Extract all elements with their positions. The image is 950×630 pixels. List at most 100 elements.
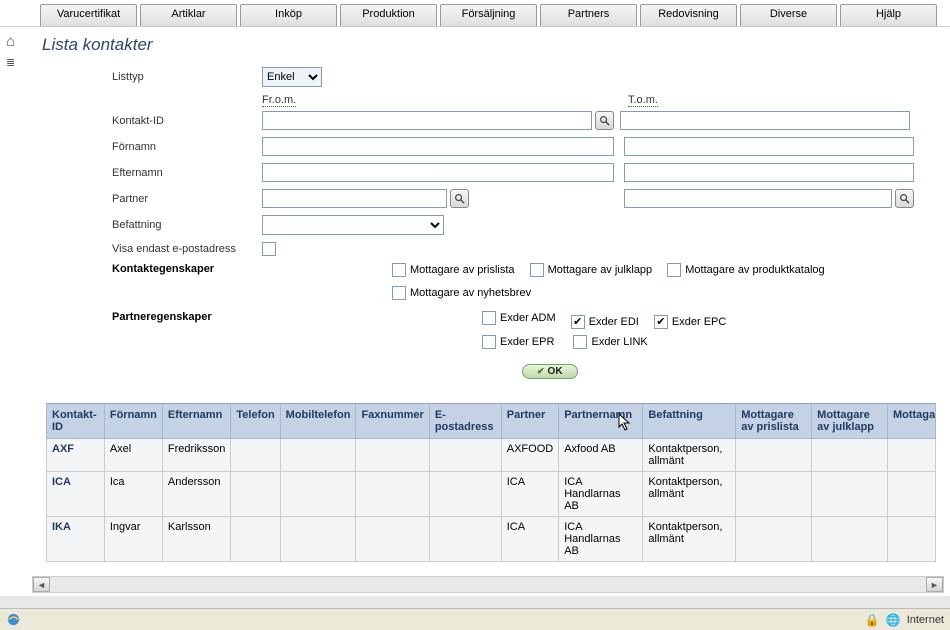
cell-empty (736, 516, 812, 561)
tab-partners[interactable]: Partners (540, 4, 637, 26)
col-faxnummer[interactable]: Faxnummer (356, 403, 429, 438)
col-mobiltelefon[interactable]: Mobiltelefon (280, 403, 356, 438)
col-fornamn[interactable]: Förnamn (104, 403, 162, 438)
tab-redovisning[interactable]: Redovisning (640, 4, 737, 26)
tab-forsaljning[interactable]: Försäljning (440, 4, 537, 26)
cb-exder-edi[interactable]: ✔ (571, 315, 585, 329)
kontakt-id-to[interactable] (620, 111, 910, 130)
filter-form: Listtyp Enkel Fr.o.m. T.o.m. Kontakt-ID … (32, 67, 950, 379)
cell-empty (887, 516, 935, 561)
side-icons: ⌂ ≣ (6, 33, 15, 69)
cell-epost (429, 471, 501, 516)
cell-fax (356, 471, 429, 516)
ok-button[interactable]: OK (522, 364, 578, 379)
col-telefon[interactable]: Telefon (231, 403, 280, 438)
fornamn-to[interactable] (624, 137, 914, 156)
label-fornamn: Förnamn (112, 141, 262, 153)
col-partnernamn[interactable]: Partnernamn (559, 403, 643, 438)
cb-exder-adm[interactable] (482, 311, 496, 325)
ie-icon (6, 612, 21, 627)
search-icon (899, 193, 910, 204)
cell-empty (887, 471, 935, 516)
table-row: IKAIngvarKarlssonICAICA Handlarnas ABKon… (47, 516, 936, 561)
results-table: Kontakt-ID Förnamn Efternamn Telefon Mob… (46, 403, 936, 562)
cb-produktkatalog[interactable] (667, 263, 681, 277)
cell-mobil (280, 438, 356, 471)
tab-inkop[interactable]: Inköp (240, 4, 337, 26)
partner-from[interactable] (262, 189, 447, 208)
lookup-kontakt-id[interactable] (595, 111, 614, 130)
col-mottagare-produkt[interactable]: Mottagare produkt (887, 403, 935, 438)
cell-partner: AXFOOD (501, 438, 558, 471)
cell-id[interactable]: AXF (47, 438, 105, 471)
cell-efternamn: Andersson (162, 471, 230, 516)
search-icon (599, 115, 610, 126)
col-mottagare-prislista[interactable]: Mottagare av prislista (736, 403, 812, 438)
cell-empty (736, 471, 812, 516)
partner-to[interactable] (624, 189, 892, 208)
cb-julklapp[interactable] (530, 263, 544, 277)
cb-exder-edi-label: Exder EDI (589, 316, 639, 328)
cb-prislista[interactable] (392, 263, 406, 277)
cell-fax (356, 516, 429, 561)
tab-hjalp[interactable]: Hjälp (840, 4, 937, 26)
cb-prislista-label: Mottagare av prislista (410, 264, 515, 276)
label-efternamn: Efternamn (112, 167, 262, 179)
tab-varucertifikat[interactable]: Varucertifikat (40, 4, 137, 26)
listtyp-select[interactable]: Enkel (262, 67, 322, 87)
col-epost[interactable]: E-postadress (429, 403, 501, 438)
cb-exder-epc[interactable]: ✔ (654, 315, 668, 329)
lookup-partner-to[interactable] (895, 189, 914, 208)
col-kontakt-id[interactable]: Kontakt-ID (47, 403, 105, 438)
list-icon[interactable]: ≣ (6, 56, 15, 69)
tab-diverse[interactable]: Diverse (740, 4, 837, 26)
cell-id[interactable]: ICA (47, 471, 105, 516)
cell-empty (887, 438, 935, 471)
label-befattning: Befattning (112, 219, 262, 231)
table-row: ICAIcaAnderssonICAICA Handlarnas ABKonta… (47, 471, 936, 516)
scroll-left-button[interactable]: ◄ (33, 577, 50, 592)
label-kontaktegenskaper: Kontaktegenskaper (112, 263, 262, 275)
home-icon[interactable]: ⌂ (6, 33, 15, 50)
efternamn-from[interactable] (262, 163, 614, 182)
col-efternamn[interactable]: Efternamn (162, 403, 230, 438)
cb-produktkatalog-label: Mottagare av produktkatalog (685, 264, 824, 276)
befattning-select[interactable] (262, 215, 444, 235)
cell-epost (429, 516, 501, 561)
tom-label: T.o.m. (628, 94, 658, 107)
cb-exder-epc-label: Exder EPC (672, 316, 726, 328)
kontakt-id-from[interactable] (262, 111, 592, 130)
scroll-right-button[interactable]: ► (926, 577, 943, 592)
label-kontakt-id: Kontakt-ID (112, 115, 262, 127)
col-mottagare-julklapp[interactable]: Mottagare av julklapp (812, 403, 888, 438)
horizontal-scrollbar[interactable]: ◄ ► (32, 576, 944, 593)
checkbox-visa-epost[interactable] (262, 242, 276, 256)
page-title: Lista kontakter (32, 27, 950, 67)
lookup-partner-from[interactable] (450, 189, 469, 208)
cb-exder-link[interactable] (573, 335, 587, 349)
status-bar: 🔒 🌐 Internet (0, 608, 950, 630)
label-visa-epost: Visa endast e-postadress (112, 243, 262, 255)
cell-mobil (280, 471, 356, 516)
label-partner: Partner (112, 193, 262, 205)
cell-epost (429, 438, 501, 471)
cb-exder-link-label: Exder LINK (591, 336, 647, 348)
from-label: Fr.o.m. (262, 94, 296, 107)
cb-exder-epr[interactable] (482, 335, 496, 349)
efternamn-to[interactable] (624, 163, 914, 182)
cell-efternamn: Karlsson (162, 516, 230, 561)
main-area: ⌂ ≣ Lista kontakter Listtyp Enkel Fr.o.m… (0, 26, 950, 596)
table-row: AXFAxelFredrikssonAXFOODAxfood ABKontakt… (47, 438, 936, 471)
cb-nyhetsbrev[interactable] (392, 286, 406, 300)
col-befattning[interactable]: Befattning (643, 403, 736, 438)
cell-fax (356, 438, 429, 471)
tab-artiklar[interactable]: Artiklar (140, 4, 237, 26)
cell-empty (812, 438, 888, 471)
cell-efternamn: Fredriksson (162, 438, 230, 471)
cell-partnernamn: ICA Handlarnas AB (559, 516, 643, 561)
tab-produktion[interactable]: Produktion (340, 4, 437, 26)
cell-telefon (231, 438, 280, 471)
fornamn-from[interactable] (262, 137, 614, 156)
cell-id[interactable]: IKA (47, 516, 105, 561)
col-partner[interactable]: Partner (501, 403, 558, 438)
